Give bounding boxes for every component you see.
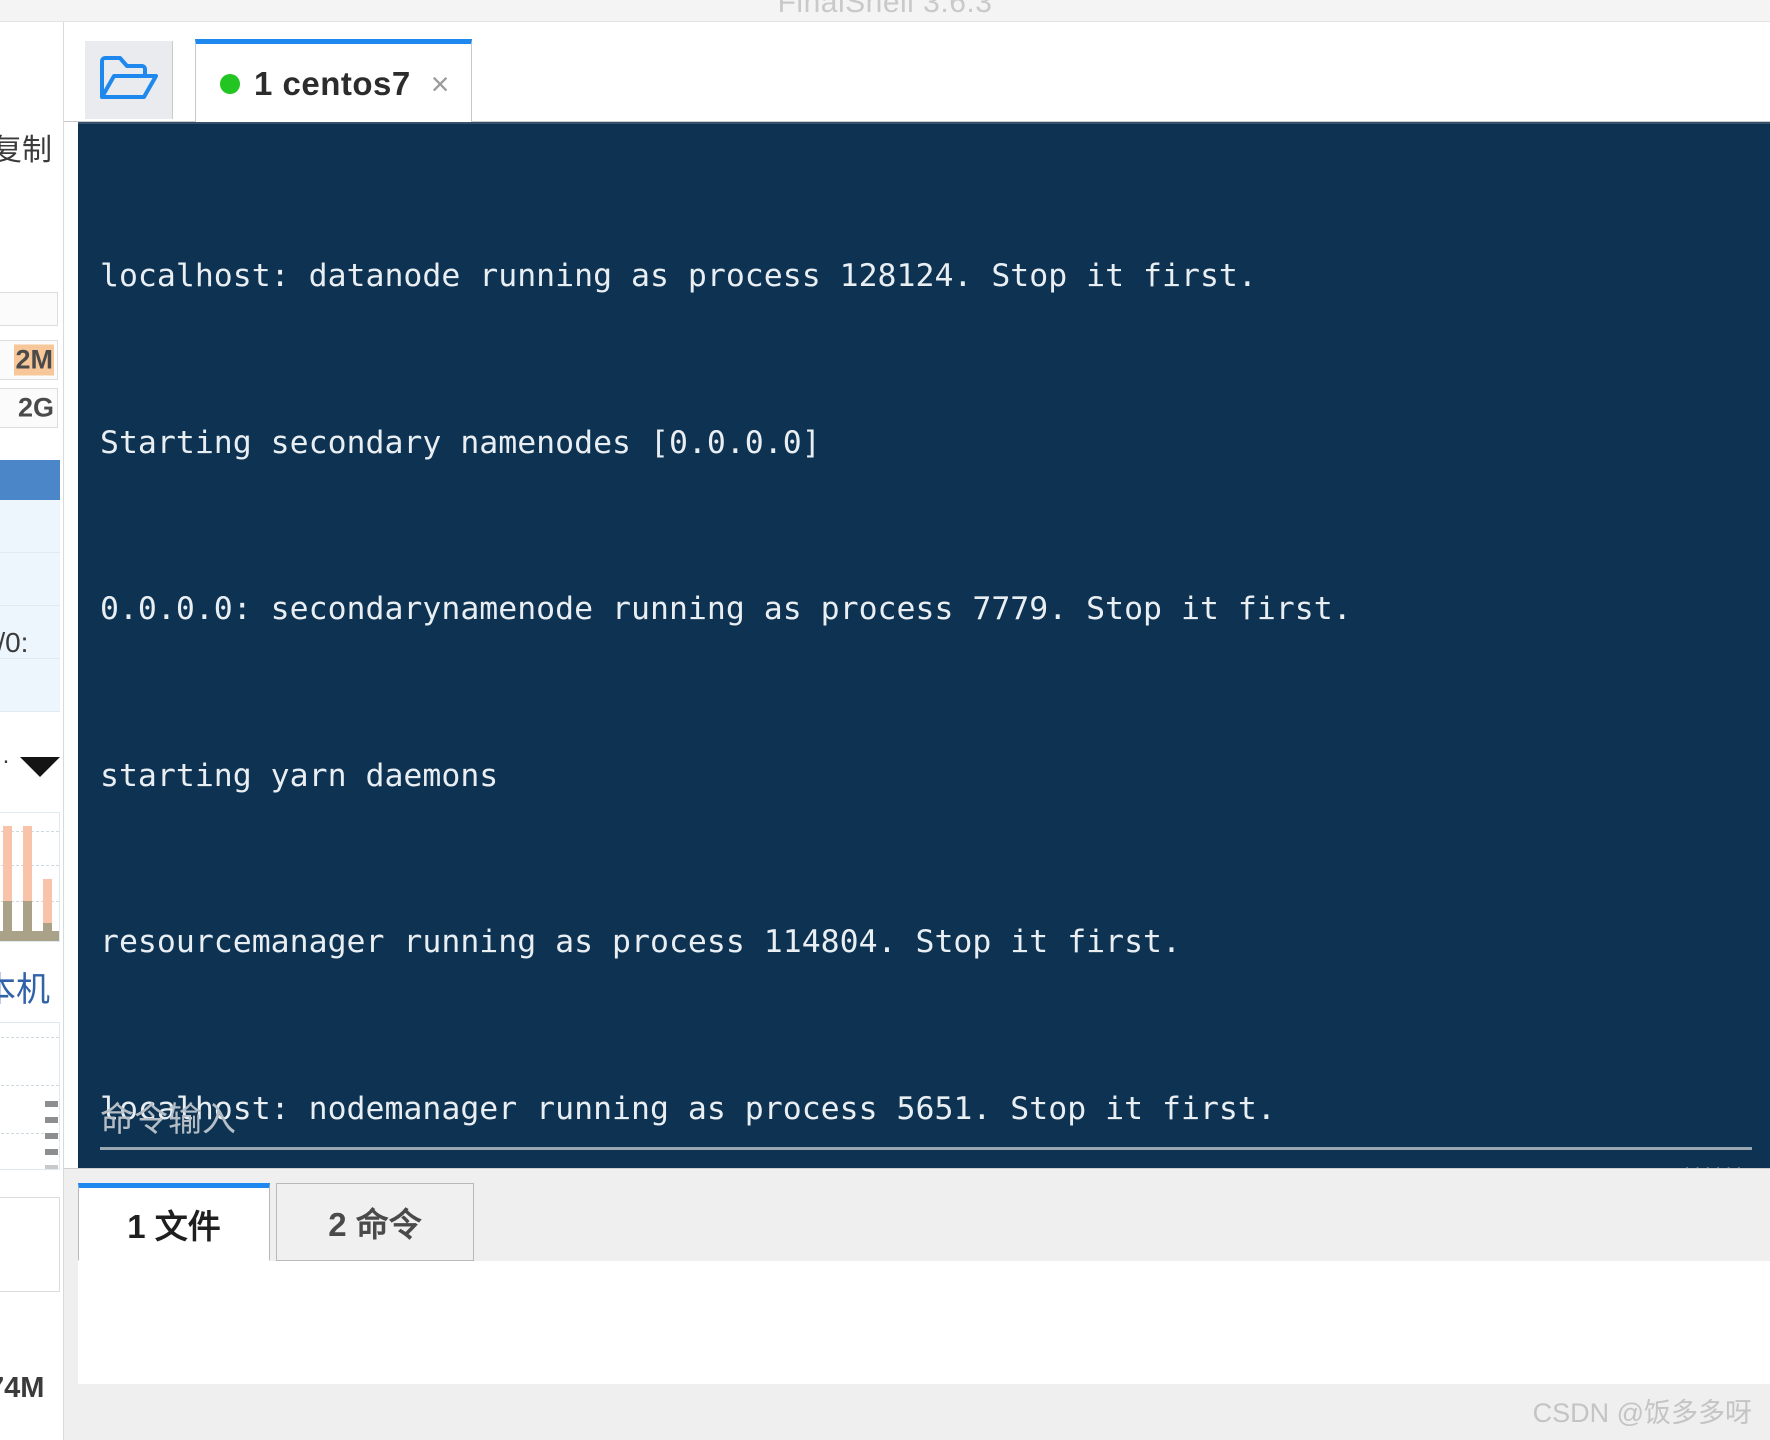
bottom-tab-files[interactable]: 1 文件 xyxy=(78,1183,270,1261)
open-folder-icon xyxy=(98,53,160,108)
command-input-underline xyxy=(100,1147,1752,1150)
sidebar-list-item-selected[interactable] xyxy=(0,460,60,500)
sidebar-metric-row xyxy=(0,292,58,326)
session-tab-strip: 1 centos7 × xyxy=(64,22,1770,123)
app-title: FinalShell 3.6.3 xyxy=(777,0,993,19)
triangle-down-icon[interactable] xyxy=(20,757,60,777)
sidebar-bottom-box xyxy=(0,1197,60,1292)
session-tab-label: 1 centos7 xyxy=(254,64,411,102)
sidebar-ellipsis-label: .. xyxy=(0,742,12,769)
sidebar-list-item[interactable] xyxy=(0,659,60,712)
terminal-panel[interactable]: localhost: datanode running as process 1… xyxy=(78,122,1770,1440)
title-bar: FinalShell 3.6.3 xyxy=(0,0,1770,22)
sidebar-metric-value: 2M xyxy=(14,344,54,376)
terminal-line: 0.0.0.0: secondarynamenode running as pr… xyxy=(100,591,1352,627)
bottom-tab-label: 2 命令 xyxy=(328,1206,422,1243)
close-icon[interactable]: × xyxy=(431,68,450,100)
sidebar-list-item[interactable] xyxy=(0,553,60,606)
terminal-line: resourcemanager running as process 11480… xyxy=(100,924,1181,960)
sidebar-copy-label: 复制 xyxy=(0,134,52,167)
command-input-placeholder: 命令输入 xyxy=(100,1100,236,1140)
left-sidebar-panel: 复制 2M 2G r/0: .. 本机 xyxy=(0,22,64,1440)
sidebar-metric-row: 2G xyxy=(0,388,58,428)
terminal-line: starting yarn daemons xyxy=(100,757,499,794)
bottom-tab-label: 1 文件 xyxy=(127,1208,221,1245)
sidebar-usage-chart xyxy=(0,812,60,942)
sidebar-bottom-value: 74M xyxy=(0,1372,45,1404)
terminal-line: Starting secondary namenodes [0.0.0.0] xyxy=(100,424,821,461)
session-status-dot-icon xyxy=(220,73,240,94)
panel-splitter-handle[interactable] xyxy=(64,122,78,1245)
terminal-line: localhost: datanode running as process 1… xyxy=(100,258,1257,294)
bottom-tab-commands[interactable]: 2 命令 xyxy=(276,1183,474,1261)
sidebar-metric-value: 2G xyxy=(17,392,54,423)
sidebar-local-label: 本机 xyxy=(0,971,50,1009)
sidebar-io-label: r/0: xyxy=(0,627,29,658)
sidebar-network-chart xyxy=(0,1022,60,1170)
bottom-panel-content xyxy=(78,1261,1770,1384)
command-input-field[interactable]: 命令输入 xyxy=(100,1088,1752,1152)
session-tab-centos7[interactable]: 1 centos7 × xyxy=(195,39,473,123)
watermark-text: CSDN @饭多多呀 xyxy=(1532,1398,1752,1428)
sidebar-list-item[interactable] xyxy=(0,500,60,553)
sidebar-metric-row: 2M xyxy=(0,340,58,380)
finalshell-window: FinalShell 3.6.3 复制 2M 2G r/0: .. xyxy=(0,0,1770,1440)
open-folder-button[interactable] xyxy=(85,41,173,119)
bottom-panel: 1 文件 2 命令 CSDN @饭多多呀 xyxy=(64,1168,1770,1440)
